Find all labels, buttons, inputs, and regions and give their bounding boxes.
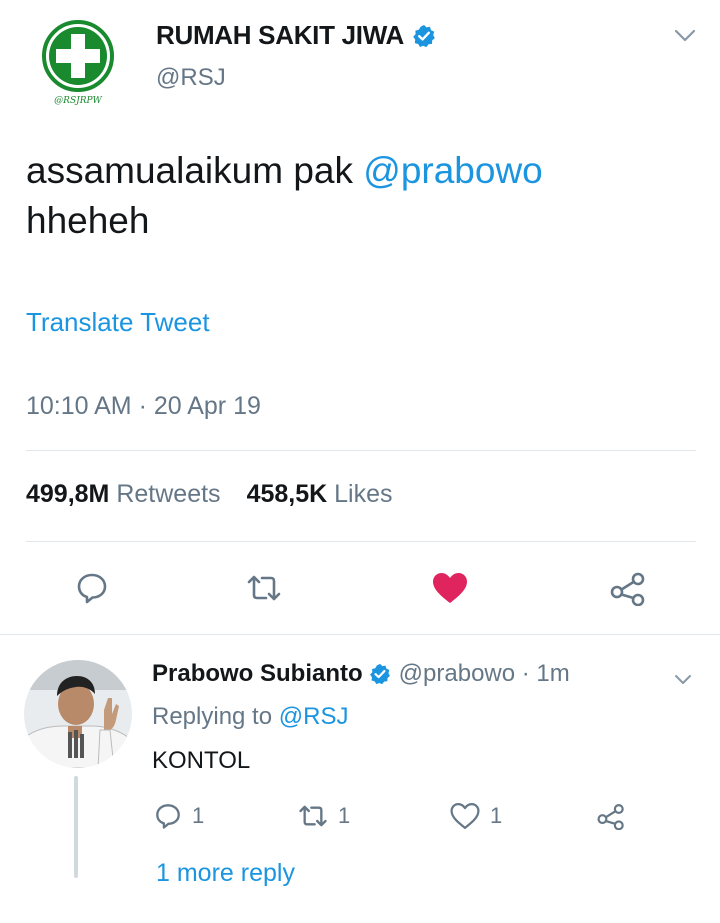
retweet-icon: [247, 575, 281, 601]
chevron-down-icon[interactable]: [672, 22, 698, 48]
more-replies-link[interactable]: 1 more reply: [156, 859, 295, 888]
tweet-stats: 499,8M Retweets 458,5K Likes: [26, 480, 393, 509]
replying-to-link[interactable]: @RSJ: [279, 703, 349, 730]
verified-icon: [412, 24, 436, 48]
author-name[interactable]: RUMAH SAKIT JIWA: [156, 20, 436, 51]
divider: [26, 541, 696, 542]
avatar-caption: @RSJRPW: [54, 96, 102, 106]
tweet-mention-link[interactable]: @prabowo: [363, 150, 543, 191]
reply-count: 1: [192, 803, 205, 828]
reply-icon: [156, 804, 180, 829]
verified-icon: [369, 663, 391, 685]
heart-outline-icon: [450, 803, 480, 829]
reply-button[interactable]: [72, 568, 112, 608]
reply-author-name[interactable]: Prabowo Subianto: [152, 660, 363, 688]
retweet-button[interactable]: [244, 568, 284, 608]
tweet-text-part: assamualaikum pak: [26, 150, 364, 191]
thread-dots: [74, 858, 78, 888]
replying-to: Replying to @RSJ: [152, 703, 348, 731]
reply-tweet[interactable]: Prabowo Subianto @prabowo · 1m Replying …: [0, 636, 720, 923]
reply-reply-button[interactable]: 1: [154, 798, 204, 834]
author-name-text: RUMAH SAKIT JIWA: [156, 20, 404, 50]
author-handle[interactable]: @RSJ: [156, 64, 226, 92]
tweet-text-part: hheheh: [26, 200, 150, 241]
reply-retweet-button[interactable]: 1: [298, 798, 350, 834]
reply-icon: [77, 573, 107, 604]
reply-text: KONTOL: [152, 747, 251, 774]
chevron-down-icon[interactable]: [672, 668, 694, 690]
likes-count: 458,5K: [246, 480, 328, 508]
reply-share-button[interactable]: [596, 798, 626, 834]
translate-tweet-link[interactable]: Translate Tweet: [26, 307, 210, 338]
share-button[interactable]: [608, 568, 648, 608]
reply-like-button[interactable]: 1: [450, 798, 502, 834]
heart-filled-icon: [433, 573, 467, 603]
main-tweet: @RSJRPW RUMAH SAKIT JIWA @RSJ assamualai…: [0, 0, 720, 632]
retweets-label: Retweets: [116, 480, 221, 508]
like-count: 1: [490, 803, 503, 828]
likes-stat[interactable]: 458,5K Likes: [247, 480, 393, 509]
retweet-count: 1: [338, 803, 351, 828]
retweet-icon: [299, 805, 327, 827]
tweet-separator: [0, 634, 720, 635]
retweets-count: 499,8M: [26, 480, 110, 508]
share-icon: [610, 572, 645, 606]
divider: [26, 450, 696, 451]
share-icon: [597, 804, 624, 830]
reply-handle-time[interactable]: @prabowo · 1m: [399, 660, 570, 688]
replying-label: Replying to: [152, 703, 279, 730]
rsj-avatar-logo[interactable]: @RSJRPW: [38, 20, 118, 108]
tweet-text: assamualaikum pak @prabowo hheheh: [26, 146, 686, 246]
retweets-stat[interactable]: 499,8M Retweets: [26, 480, 221, 509]
prabowo-avatar[interactable]: [24, 660, 132, 768]
reply-header: Prabowo Subianto @prabowo · 1m: [152, 660, 570, 688]
like-button[interactable]: [430, 568, 470, 608]
tweet-timestamp[interactable]: 10:10 AM · 20 Apr 19: [26, 392, 261, 421]
likes-label: Likes: [334, 480, 393, 508]
